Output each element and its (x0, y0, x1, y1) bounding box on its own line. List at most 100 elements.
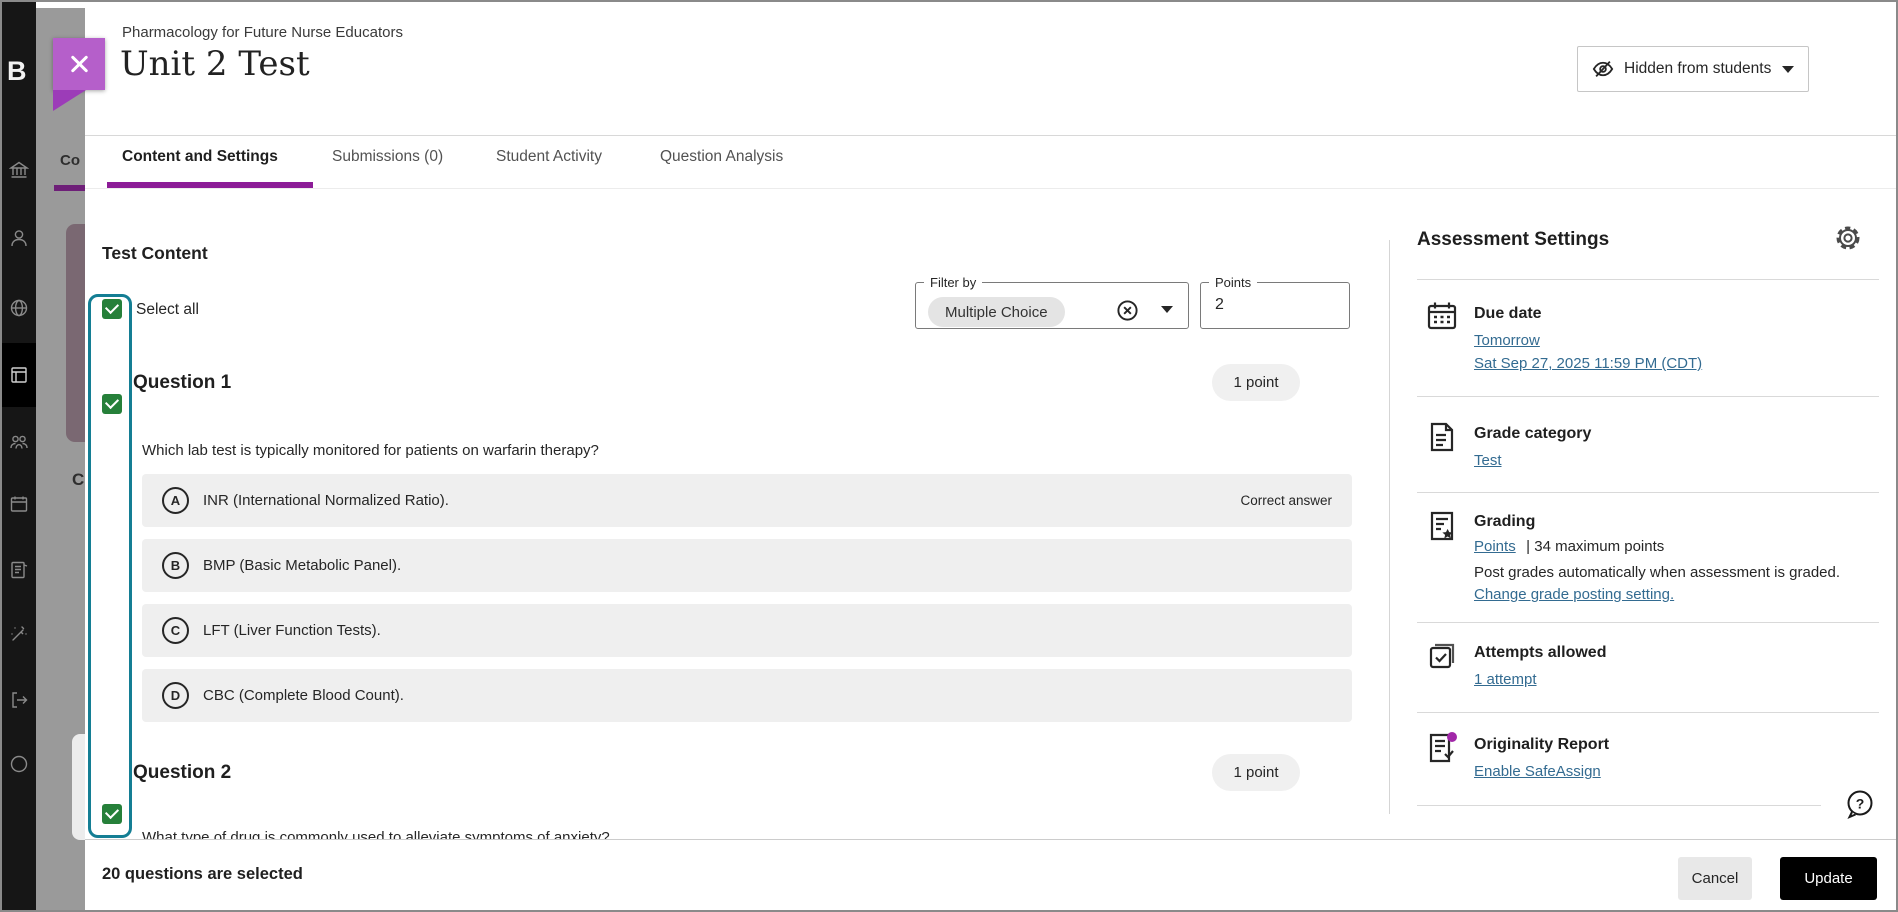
sign-out-icon[interactable] (9, 690, 29, 710)
answer-row-b: B BMP (Basic Metabolic Panel). (142, 539, 1352, 592)
due-date-datetime-link[interactable]: Sat Sep 27, 2025 11:59 PM (CDT) (1474, 355, 1702, 372)
option-letter-c: C (162, 617, 189, 644)
question-1-points-badge: 1 point (1212, 364, 1300, 401)
assessment-settings-heading: Assessment Settings (1417, 229, 1609, 251)
question-2-points-badge: 1 point (1212, 754, 1300, 791)
selection-status: 20 questions are selected (102, 865, 303, 884)
points-input[interactable]: 2 (1215, 296, 1224, 314)
checkbox-column-highlight (88, 294, 132, 838)
chevron-down-icon (1782, 66, 1794, 73)
tab-content-and-settings[interactable]: Content and Settings (122, 148, 278, 166)
option-letter-b: B (162, 552, 189, 579)
dimmed-underlay: Co C (36, 8, 85, 912)
help-icon[interactable]: ? (1844, 788, 1876, 820)
answer-row-a: A INR (International Normalized Ratio). … (142, 474, 1352, 527)
question-1-text: Which lab test is typically monitored fo… (142, 442, 599, 459)
filter-chip-multiple-choice[interactable]: Multiple Choice (928, 297, 1065, 327)
visibility-label: Hidden from students (1624, 60, 1771, 78)
update-button[interactable]: Update (1780, 857, 1877, 900)
points-field: Points 2 (1200, 275, 1350, 329)
settings-divider-4 (1417, 622, 1879, 623)
tabs-divider (85, 188, 1898, 189)
settings-divider-6 (1417, 805, 1821, 806)
footer-bar: 20 questions are selected Cancel Update (85, 839, 1898, 912)
due-date-tomorrow-link[interactable]: Tomorrow (1474, 332, 1540, 349)
content-settings-divider (1389, 240, 1390, 814)
filter-by-legend: Filter by (924, 275, 982, 290)
underlay-tab-underline (54, 185, 85, 191)
svg-text:?: ? (1856, 796, 1865, 812)
content-icon[interactable] (9, 365, 29, 385)
visibility-button[interactable]: Hidden from students (1577, 46, 1809, 92)
option-letter-d: D (162, 682, 189, 709)
attempts-allowed-title: Attempts allowed (1474, 644, 1606, 662)
profile-icon[interactable] (9, 228, 29, 248)
left-nav-rail: B (2, 2, 36, 910)
institution-icon[interactable] (9, 160, 29, 180)
grading-max-points: | 34 maximum points (1526, 538, 1664, 555)
grading-points-link[interactable]: Points (1474, 538, 1516, 555)
answer-row-c: C LFT (Liver Function Tests). (142, 604, 1352, 657)
tab-question-analysis[interactable]: Question Analysis (660, 148, 783, 166)
attempts-icon (1426, 640, 1458, 672)
question-2-checkbox[interactable] (102, 804, 122, 824)
underlay-banner-fragment (66, 224, 85, 442)
grading-post-text: Post grades automatically when assessmen… (1474, 564, 1840, 581)
gradebook-icon[interactable] (9, 560, 29, 580)
settings-divider-3 (1417, 492, 1879, 493)
cancel-button[interactable]: Cancel (1678, 857, 1752, 900)
eye-slash-icon (1592, 58, 1614, 80)
grade-category-title: Grade category (1474, 425, 1591, 443)
peek-panel: Pharmacology for Future Nurse Educators … (85, 2, 1898, 912)
underlay-card-fragment (72, 734, 85, 840)
document-icon (1426, 421, 1458, 453)
course-name: Pharmacology for Future Nurse Educators (122, 24, 403, 41)
points-legend: Points (1209, 275, 1257, 290)
avatar-icon[interactable] (9, 754, 29, 774)
question-1-title: Question 1 (133, 372, 231, 394)
calendar-icon (1426, 300, 1458, 332)
option-text-b: BMP (Basic Metabolic Panel). (203, 557, 401, 574)
settings-divider-1 (1417, 279, 1879, 280)
globe-icon[interactable] (9, 298, 29, 318)
answer-row-d: D CBC (Complete Blood Count). (142, 669, 1352, 722)
gear-icon[interactable] (1834, 224, 1862, 252)
close-panel-button[interactable] (53, 38, 105, 90)
option-text-d: CBC (Complete Blood Count). (203, 687, 404, 704)
tools-icon[interactable] (9, 624, 29, 644)
question-2-title: Question 2 (133, 762, 231, 784)
originality-report-icon (1426, 732, 1458, 764)
grade-category-link[interactable]: Test (1474, 452, 1502, 469)
option-text-a: INR (International Normalized Ratio). (203, 492, 449, 509)
grading-title: Grading (1474, 513, 1535, 531)
underlay-tab-fragment: Co (60, 152, 80, 169)
test-content-heading: Test Content (102, 243, 208, 264)
settings-divider-5 (1417, 712, 1879, 713)
tab-submissions[interactable]: Submissions (0) (332, 148, 443, 166)
tab-student-activity[interactable]: Student Activity (496, 148, 602, 166)
question-1-checkbox[interactable] (102, 394, 122, 414)
app-window: B Co C Pharmacology fo (0, 0, 1898, 912)
grading-points-line: Points | 34 maximum points (1474, 538, 1664, 556)
blackboard-logo: B (7, 56, 27, 87)
originality-report-title: Originality Report (1474, 736, 1609, 754)
settings-divider-2 (1417, 396, 1879, 397)
due-date-title: Due date (1474, 305, 1542, 323)
option-letter-a: A (162, 487, 189, 514)
enable-safeassign-link[interactable]: Enable SafeAssign (1474, 763, 1601, 780)
change-grade-posting-link[interactable]: Change grade posting setting. (1474, 586, 1674, 603)
select-all-checkbox[interactable] (102, 299, 122, 319)
select-all-label: Select all (136, 301, 199, 319)
filter-by-field: Filter by Multiple Choice (915, 275, 1189, 329)
header-divider (85, 135, 1898, 136)
attempts-link[interactable]: 1 attempt (1474, 671, 1537, 688)
calendar-rail-icon[interactable] (9, 494, 29, 514)
remove-filter-icon[interactable] (1116, 299, 1139, 322)
close-icon (68, 53, 90, 75)
groups-icon[interactable] (9, 432, 29, 452)
page-title: Unit 2 Test (120, 44, 310, 84)
filter-dropdown-caret[interactable] (1161, 306, 1173, 313)
underlay-heading-fragment: C (72, 470, 84, 490)
grading-post-line: Post grades automatically when assessmen… (1474, 562, 1894, 606)
option-text-c: LFT (Liver Function Tests). (203, 622, 381, 639)
